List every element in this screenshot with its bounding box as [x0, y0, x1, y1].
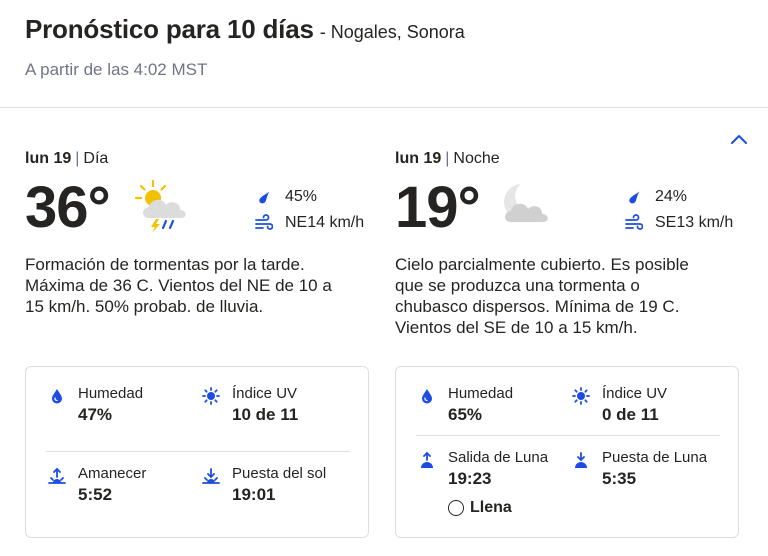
- daypart-date: lun 19: [395, 150, 442, 167]
- details-divider: [46, 451, 350, 452]
- wind-icon: [625, 214, 643, 230]
- location-label: - Nogales, Sonora: [319, 22, 465, 42]
- night-narrative: Cielo parcialmente cubierto. Es posible …: [395, 255, 689, 337]
- detail-label: Humedad: [448, 385, 514, 402]
- sunset-icon: [202, 468, 220, 484]
- collapse-button[interactable]: [726, 130, 752, 150]
- temperature: 19°: [395, 175, 481, 240]
- thunderstorm-sun-icon: [135, 179, 186, 233]
- full-moon-icon: [448, 500, 464, 516]
- moonset-icon: [575, 452, 587, 468]
- day-panel: lun 19 | Día 36° 45% NE14 km/h Formación…: [25, 150, 380, 317]
- precip-value: 45%: [285, 188, 318, 205]
- temp-row: 36° 45% NE14 km/h: [25, 175, 380, 242]
- daypart-heading: lun 19 | Día: [25, 150, 380, 172]
- detail-value: 5:52: [78, 485, 113, 504]
- detail-value: 5:35: [602, 469, 637, 488]
- sunrise-icon: [48, 467, 66, 484]
- uv-sun-icon: [202, 387, 220, 405]
- partly-cloudy-night-icon: [504, 184, 548, 222]
- details-divider: [416, 435, 720, 436]
- wind-stat: NE14 km/h: [255, 210, 385, 236]
- wind-stat: SE13 km/h: [625, 210, 755, 236]
- temperature: 36°: [25, 175, 111, 240]
- day-narrative: Formación de tormentas por la tarde. Máx…: [25, 255, 332, 316]
- day-details-card: Humedad 47% Índice UV 10 de 11 Amanecer …: [25, 366, 369, 538]
- detail-label: Salida de Luna: [448, 449, 549, 466]
- precip-value: 24%: [655, 188, 688, 205]
- detail-label: Humedad: [78, 385, 144, 402]
- title-row: Pronóstico para 10 días - Nogales, Sonora: [25, 14, 465, 45]
- daypart-name: Día: [83, 150, 109, 167]
- daypart-separator: |: [445, 150, 450, 167]
- wind-value: NE14 km/h: [285, 214, 365, 231]
- daypart-date: lun 19: [25, 150, 72, 167]
- night-stats: 24% SE13 km/h: [625, 184, 755, 236]
- detail-label: Puesta de Luna: [602, 449, 708, 466]
- page-title: Pronóstico para 10 días: [25, 14, 314, 44]
- night-panel: lun 19 | Noche 19° 24% SE13 km/h Cielo p…: [395, 150, 750, 338]
- detail-value: 19:23: [448, 469, 492, 488]
- detail-label: Índice UV: [232, 385, 298, 402]
- raindrop-icon: [629, 191, 640, 204]
- daypart-name: Noche: [453, 150, 500, 167]
- humidity-icon: [52, 389, 62, 404]
- detail-value: 65%: [448, 405, 483, 424]
- detail-value: 47%: [78, 405, 113, 424]
- wind-icon: [255, 214, 273, 230]
- chevron-up-icon: [731, 135, 747, 144]
- wind-value: SE13 km/h: [655, 214, 734, 231]
- moonrise-icon: [421, 451, 433, 468]
- detail-label: Índice UV: [602, 385, 668, 402]
- daypart-separator: |: [75, 150, 80, 167]
- day-stats: 45% NE14 km/h: [255, 184, 385, 236]
- daypart-heading: lun 19 | Noche: [395, 150, 750, 172]
- detail-value: 10 de 11: [232, 405, 299, 424]
- precip-stat: 45%: [255, 184, 385, 210]
- humidity-icon: [422, 389, 432, 404]
- detail-label: Puesta del sol: [232, 465, 327, 482]
- raindrop-icon: [259, 191, 270, 204]
- moon-phase: Llena: [448, 499, 512, 517]
- detail-value: 0 de 11: [602, 405, 659, 424]
- temp-row: 19° 24% SE13 km/h: [395, 175, 750, 242]
- as-of-timestamp: A partir de las 4:02 MST: [25, 60, 208, 79]
- moon-phase-label: Llena: [470, 499, 512, 516]
- uv-sun-icon: [572, 387, 590, 405]
- detail-value: 19:01: [232, 485, 276, 504]
- detail-label: Amanecer: [78, 465, 147, 482]
- forecast-header: Pronóstico para 10 días - Nogales, Sonora…: [0, 0, 768, 108]
- night-details-card: Humedad 65% Índice UV 0 de 11 Salida de …: [395, 366, 739, 538]
- precip-stat: 24%: [625, 184, 755, 210]
